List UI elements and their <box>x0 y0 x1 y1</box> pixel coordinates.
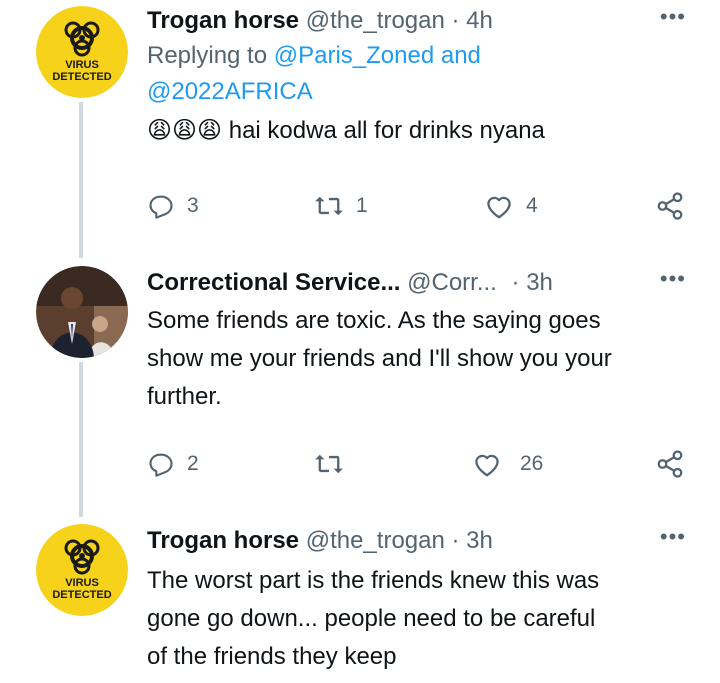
svg-text:VIRUS: VIRUS <box>65 59 99 71</box>
author-handle[interactable]: @the_trogan <box>306 527 445 554</box>
avatar[interactable]: VIRUS DETECTED <box>36 524 128 616</box>
tweet[interactable]: VIRUS DETECTED Trogan horse @the_trogan … <box>0 516 720 683</box>
virus-detected-avatar-icon: VIRUS DETECTED <box>36 6 128 98</box>
share-button[interactable] <box>655 186 685 226</box>
svg-text:VIRUS: VIRUS <box>65 577 99 589</box>
tweet-text: The worst part is the friends knew this … <box>147 567 600 670</box>
tweet-text: Some friends are toxic. As the saying go… <box>147 307 612 410</box>
heart-icon <box>487 196 511 219</box>
share-icon <box>657 450 683 478</box>
tweet-time[interactable]: 4h <box>466 7 493 34</box>
retweet-icon <box>315 454 343 474</box>
like-count: 26 <box>520 452 544 475</box>
more-horizontal-icon: ••• <box>659 524 686 549</box>
more-horizontal-icon: ••• <box>659 266 686 291</box>
tweet-header: Trogan horse @the_trogan · 3h <box>147 527 493 554</box>
retweet-count: 1 <box>356 194 368 217</box>
tweet[interactable]: VIRUS DETECTED Trogan horse @the_trogan … <box>0 0 720 250</box>
mention-link[interactable]: @Paris_Zoned and <box>274 42 481 69</box>
tweet-text: 😩😩😩 hai kodwa all for drinks nyana <box>147 117 545 144</box>
profile-photo-icon <box>36 266 128 358</box>
more-options-button[interactable]: ••• <box>660 268 686 290</box>
svg-text:DETECTED: DETECTED <box>52 71 111 83</box>
weary-face-emoji: 😩😩😩 <box>147 117 223 144</box>
retweet-button[interactable]: 1 <box>314 186 368 226</box>
author-name[interactable]: Correctional Service... <box>147 269 400 296</box>
author-handle[interactable]: @Corr... <box>407 269 497 296</box>
tweet-header: Trogan horse @the_trogan · 4h <box>147 7 493 34</box>
reply-button[interactable]: 3 <box>147 186 199 226</box>
reply-button[interactable]: 2 <box>147 444 199 484</box>
share-icon <box>657 192 683 220</box>
reply-icon <box>149 195 173 219</box>
like-button[interactable]: 4 <box>484 186 538 226</box>
svg-text:DETECTED: DETECTED <box>52 589 111 601</box>
reply-count: 3 <box>187 194 199 217</box>
tweet-time[interactable]: 3h <box>466 527 493 554</box>
retweet-button[interactable] <box>314 444 344 484</box>
like-button[interactable]: 26 <box>472 444 543 484</box>
tweet-actions: 2 26 <box>0 444 720 484</box>
retweet-icon <box>315 196 343 216</box>
replying-to: Replying to @Paris_Zoned and @2022AFRICA <box>147 42 481 105</box>
more-options-button[interactable]: ••• <box>660 526 686 548</box>
reply-count: 2 <box>187 452 199 475</box>
reply-icon <box>149 453 173 477</box>
tweet-actions: 3 1 4 <box>0 186 720 226</box>
author-name[interactable]: Trogan horse <box>147 7 299 34</box>
mention-link[interactable]: @2022AFRICA <box>147 78 313 105</box>
more-options-button[interactable]: ••• <box>660 6 686 28</box>
avatar[interactable]: VIRUS DETECTED <box>36 6 128 98</box>
share-button[interactable] <box>655 444 685 484</box>
like-count: 4 <box>526 194 538 217</box>
tweet-header: Correctional Service... @Corr... · 3h <box>147 269 553 296</box>
tweet-time[interactable]: 3h <box>526 269 553 296</box>
author-handle[interactable]: @the_trogan <box>306 7 445 34</box>
author-name[interactable]: Trogan horse <box>147 527 299 554</box>
virus-detected-avatar-icon: VIRUS DETECTED <box>36 524 128 616</box>
avatar[interactable] <box>36 266 128 358</box>
more-horizontal-icon: ••• <box>659 4 686 29</box>
heart-icon <box>475 454 499 477</box>
tweet[interactable]: Correctional Service... @Corr... · 3h ••… <box>0 258 720 516</box>
